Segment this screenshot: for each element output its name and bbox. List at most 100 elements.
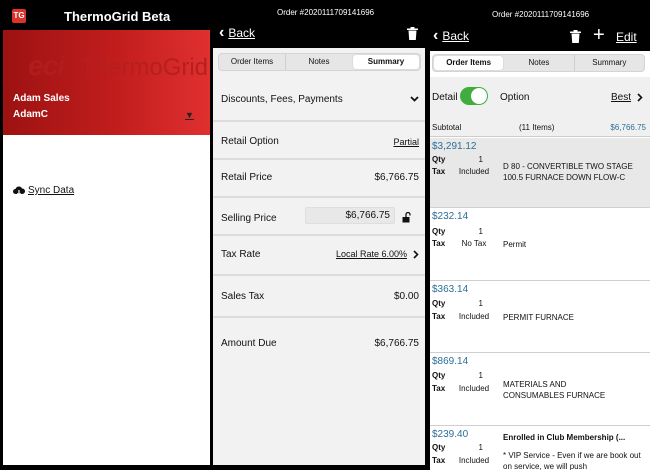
item-description: MATERIALS AND CONSUMABLES FURNACE xyxy=(503,380,606,400)
user-header: eci ThermoGrid Adam Sales AdamC ▼ xyxy=(3,30,210,135)
qty-label: Qty xyxy=(432,371,446,380)
back-button[interactable]: ‹ Back xyxy=(433,28,470,44)
item-tax: Included xyxy=(458,167,490,176)
discounts-label: Discounts, Fees, Payments xyxy=(221,94,343,105)
tax-label: Tax xyxy=(432,167,446,176)
chevron-down-icon xyxy=(410,96,419,102)
retail-price-row: Retail Price $6,766.75 xyxy=(213,160,425,198)
user-id: AdamC xyxy=(13,109,49,120)
item-description: PERMIT FURNACE xyxy=(503,313,574,322)
list-item[interactable]: $232.14 Qty 1 Tax No Tax Permit xyxy=(430,208,650,281)
item-qty: 1 xyxy=(478,155,483,164)
item-price: $869.14 xyxy=(432,356,469,367)
item-qty: 1 xyxy=(478,371,483,380)
tax-rate-label: Tax Rate xyxy=(221,249,261,260)
order-number: Order #2020111709141696 xyxy=(492,10,590,19)
back-label: Back xyxy=(442,29,470,43)
summary-content: Order Items Notes Summary Discounts, Fee… xyxy=(213,48,425,465)
trash-icon[interactable] xyxy=(407,27,418,40)
selling-price-input[interactable]: $6,766.75 xyxy=(305,207,395,224)
retail-price-label: Retail Price xyxy=(221,172,273,183)
subtotal-label: Subtotal xyxy=(432,123,462,132)
items-count: (11 Items) xyxy=(519,123,555,132)
discounts-row[interactable]: Discounts, Fees, Payments xyxy=(213,80,425,122)
qty-label: Qty xyxy=(432,155,446,164)
tab-summary[interactable]: Summary xyxy=(573,55,644,71)
item-qty: 1 xyxy=(478,299,483,308)
tax-rate-value[interactable]: Local Rate 6.00% xyxy=(336,249,407,259)
list-item[interactable]: $239.40 Qty 1 Tax Included Enrolled in C… xyxy=(430,426,650,470)
item-description-detail: * VIP Service - Even if we are book out … xyxy=(503,451,641,470)
cloud-download-icon xyxy=(13,186,25,196)
selling-price-row: Selling Price $6,766.75 xyxy=(213,198,425,236)
user-menu-caret-icon[interactable]: ▼ xyxy=(185,111,194,120)
edit-button[interactable]: Edit xyxy=(616,30,637,44)
sync-data-link[interactable]: Sync Data xyxy=(13,185,74,196)
amount-due-row: Amount Due $6,766.75 xyxy=(213,318,425,366)
app-badge: TG xyxy=(12,9,26,23)
list-item[interactable]: $869.14 Qty 1 Tax Included MATERIALS AND… xyxy=(430,353,650,426)
subtotal-row: Subtotal (11 Items) $6,766.75 xyxy=(430,119,650,137)
sales-tax-value: $0.00 xyxy=(393,291,419,302)
order-items-panel: Order #2020111709141696 ‹ Back + Edit Or… xyxy=(428,0,650,470)
unlock-icon[interactable] xyxy=(402,212,412,223)
item-qty: 1 xyxy=(478,443,483,452)
item-tax: No Tax xyxy=(461,239,487,248)
tax-rate-row[interactable]: Tax Rate Local Rate 6.00% xyxy=(213,236,425,276)
tab-order-items[interactable]: Order Items xyxy=(219,54,285,70)
option-label: Option xyxy=(500,92,530,103)
retail-price-value: $6,766.75 xyxy=(374,172,420,183)
item-tax: Included xyxy=(458,312,490,321)
tab-notes[interactable]: Notes xyxy=(285,54,352,70)
chevron-left-icon: ‹ xyxy=(219,24,225,41)
tab-notes[interactable]: Notes xyxy=(504,55,573,71)
item-description: Enrolled in Club Membership (... xyxy=(503,433,626,442)
item-price: $239.40 xyxy=(432,429,469,440)
list-item[interactable]: $3,291.12 Qty 1 Tax Included D 80 - CONV… xyxy=(430,138,650,208)
sales-tax-label: Sales Tax xyxy=(221,291,265,302)
list-item[interactable]: $363.14 Qty 1 Tax Included PERMIT FURNAC… xyxy=(430,281,650,353)
qty-label: Qty xyxy=(432,227,446,236)
thermogrid-logo: ThermoGrid xyxy=(80,54,209,81)
detail-label: Detail xyxy=(432,92,458,103)
retail-option-label: Retail Option xyxy=(221,136,279,147)
item-price: $3,291.12 xyxy=(432,141,477,152)
add-icon[interactable]: + xyxy=(593,25,605,45)
tab-order-items[interactable]: Order Items xyxy=(434,56,504,70)
summary-panel: Order #2020111709141696 ‹ Back Order Ite… xyxy=(213,0,425,470)
qty-label: Qty xyxy=(432,443,446,452)
tab-bar: Order Items Notes Summary xyxy=(218,53,421,71)
item-description: Permit xyxy=(503,240,527,249)
detail-toggle[interactable] xyxy=(460,87,488,105)
back-button[interactable]: ‹ Back xyxy=(219,24,255,41)
item-tax: Included xyxy=(458,384,490,393)
amount-due-value: $6,766.75 xyxy=(374,338,420,349)
left-menu: Sync Data xyxy=(3,135,210,465)
tab-summary[interactable]: Summary xyxy=(353,55,419,69)
subtotal-value: $6,766.75 xyxy=(610,123,646,132)
left-panel: TG ThermoGrid Beta eci ThermoGrid Adam S… xyxy=(0,0,210,470)
eci-logo: eci xyxy=(28,50,65,81)
left-topbar: TG ThermoGrid Beta xyxy=(0,0,210,30)
qty-label: Qty xyxy=(432,299,446,308)
selling-price-label: Selling Price xyxy=(221,213,277,224)
best-link[interactable]: Best xyxy=(611,92,631,103)
item-description: D 80 - CONVERTIBLE TWO STAGE 100.5 FURNA… xyxy=(503,162,633,182)
toggle-knob xyxy=(471,88,487,104)
order-items-content: Order Items Notes Summary Detail Option … xyxy=(430,51,650,470)
tax-label: Tax xyxy=(432,312,446,321)
retail-option-row: Retail Option Partial xyxy=(213,122,425,160)
item-qty: 1 xyxy=(478,227,483,236)
chevron-right-icon xyxy=(637,93,643,102)
tax-label: Tax xyxy=(432,456,446,465)
sync-data-label: Sync Data xyxy=(28,185,75,196)
item-tax: Included xyxy=(458,456,490,465)
sales-tax-row: Sales Tax $0.00 xyxy=(213,276,425,318)
tab-bar: Order Items Notes Summary xyxy=(432,54,645,72)
detail-option-bar: Detail Option Best xyxy=(430,77,650,119)
retail-option-value[interactable]: Partial xyxy=(393,137,419,147)
order-number: Order #2020111709141696 xyxy=(277,8,375,17)
trash-icon[interactable] xyxy=(570,30,581,43)
chevron-right-icon xyxy=(413,250,419,259)
item-price: $232.14 xyxy=(432,211,469,222)
